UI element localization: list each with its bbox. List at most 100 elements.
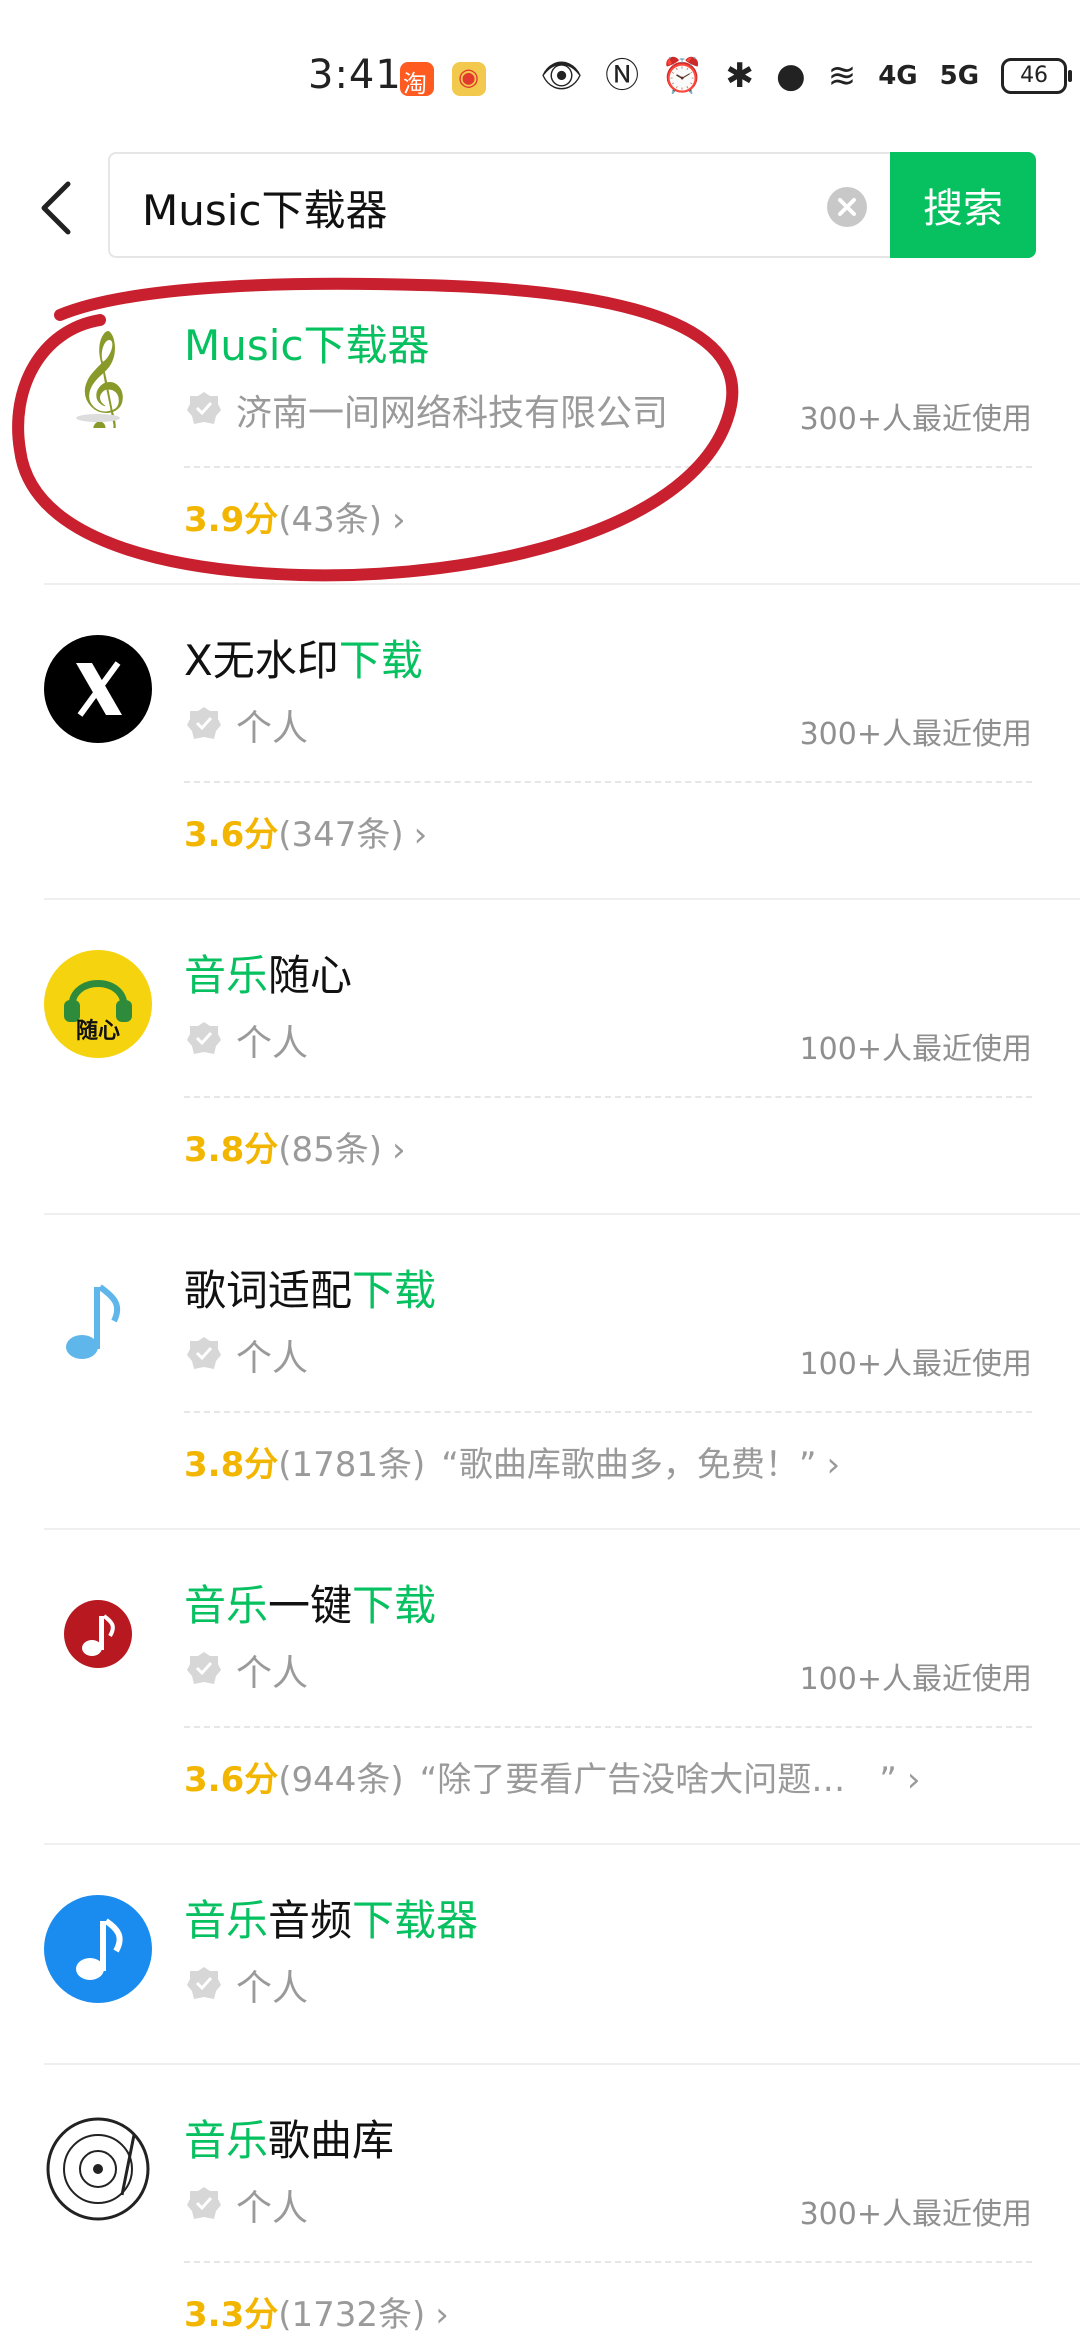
app-name-part: 一键 bbox=[268, 1581, 353, 1630]
row-divider bbox=[44, 2063, 1080, 2065]
dashed-separator bbox=[184, 466, 1032, 468]
rating-score: 3.8分 bbox=[184, 1445, 279, 1485]
back-arrow-icon[interactable] bbox=[36, 178, 76, 238]
row-divider bbox=[44, 1213, 1080, 1215]
usage-count: 100+人最近使用 bbox=[799, 1032, 1032, 1067]
status-icons: 👁 Ⓝ ⏰ ✱ ● ≋ 4G 5G 46 ⚡ bbox=[540, 58, 1080, 94]
signal-5g: 5G bbox=[939, 61, 980, 91]
chevron-right-icon: › bbox=[392, 1130, 406, 1170]
dashed-separator bbox=[184, 1411, 1032, 1413]
row-divider bbox=[44, 583, 1080, 585]
developer-name: 个人 bbox=[236, 1023, 309, 1064]
battery-icon: 46 bbox=[1001, 58, 1073, 94]
wifi-icon: ≋ bbox=[827, 56, 857, 96]
rating-summary[interactable]: 3.3分(1732条) › bbox=[184, 2287, 449, 2336]
developer-name: 个人 bbox=[236, 1338, 309, 1379]
verified-badge-icon bbox=[187, 2187, 221, 2219]
row-divider bbox=[44, 898, 1080, 900]
review-count: (1781条) bbox=[278, 1445, 426, 1485]
chevron-right-icon: › bbox=[392, 500, 406, 540]
app-name-part: 下载 bbox=[338, 636, 423, 685]
usage-count: 300+人最近使用 bbox=[799, 402, 1032, 437]
rating-score: 3.8分 bbox=[184, 1130, 279, 1170]
headphones-icon-text: 随心 bbox=[76, 1018, 120, 1044]
chevron-right-icon: › bbox=[826, 1445, 841, 1485]
search-input[interactable] bbox=[140, 174, 784, 240]
music-note-icon bbox=[44, 1265, 152, 1373]
app-name-part: 音乐 bbox=[184, 1896, 269, 1945]
app-name: X无水印下载 bbox=[184, 627, 423, 688]
location-icon: ● bbox=[776, 56, 806, 96]
app-name: 音乐音频下载器 bbox=[184, 1887, 478, 1948]
app-name: Music下载器 bbox=[184, 312, 430, 373]
row-divider bbox=[44, 1843, 1080, 1845]
app-name-part: 下载 bbox=[352, 1266, 437, 1315]
review-count: (347条) bbox=[278, 815, 404, 855]
app-name-part: 歌词适配 bbox=[184, 1266, 353, 1315]
treble-clef-icon: 𝄞 bbox=[44, 320, 152, 438]
app-name-part: X无水印 bbox=[184, 636, 339, 685]
status-time: 3:41 bbox=[308, 52, 402, 98]
x-logo-icon bbox=[44, 635, 152, 743]
headphones-icon: 随心 bbox=[44, 950, 152, 1058]
nfc-icon: Ⓝ bbox=[605, 56, 640, 96]
alarm-icon: ⏰ bbox=[661, 56, 704, 96]
rating-summary[interactable]: 3.6分(944条) “除了要看广告没啥大问题… ” › bbox=[184, 1752, 921, 1801]
developer-name: 个人 bbox=[236, 1968, 309, 2009]
vinyl-record-icon bbox=[44, 2115, 152, 2223]
verified-badge-icon bbox=[187, 1337, 221, 1369]
dashed-separator bbox=[184, 781, 1032, 783]
rating-score: 3.6分 bbox=[184, 1760, 279, 1800]
row-divider bbox=[44, 1528, 1080, 1530]
rating-summary[interactable]: 3.6分(347条) › bbox=[184, 807, 427, 856]
dashed-separator bbox=[184, 2261, 1032, 2263]
rating-score: 3.9分 bbox=[184, 500, 279, 540]
usage-count: 300+人最近使用 bbox=[799, 717, 1032, 752]
dashed-separator bbox=[184, 1096, 1032, 1098]
search-button[interactable]: 搜索 bbox=[890, 152, 1036, 258]
rating-summary[interactable]: 3.9分(43条) › bbox=[184, 492, 406, 541]
app-name-part: 音频 bbox=[268, 1896, 353, 1945]
review-quote: “除了要看广告没啥大问题… ” bbox=[419, 1760, 897, 1800]
blue-music-note-icon bbox=[44, 1895, 152, 2003]
red-music-note-icon bbox=[44, 1580, 152, 1688]
signal-4g: 4G bbox=[878, 61, 918, 91]
taobao-notification-icon bbox=[400, 62, 434, 99]
app-name: 音乐一键下载 bbox=[184, 1572, 436, 1633]
verified-badge-icon bbox=[187, 707, 221, 739]
verified-badge-icon bbox=[187, 1022, 221, 1054]
review-count: (85条) bbox=[278, 1130, 383, 1170]
developer-name: 济南一间网络科技有限公司 bbox=[236, 393, 669, 434]
app-name-part: 歌曲库 bbox=[268, 2116, 395, 2165]
verified-badge-icon bbox=[187, 1967, 221, 1999]
rating-summary[interactable]: 3.8分(1781条) “歌曲库歌曲多，免费！” › bbox=[184, 1437, 840, 1486]
search-box bbox=[108, 152, 892, 258]
app-name: 歌词适配下载 bbox=[184, 1257, 436, 1318]
rating-score: 3.3分 bbox=[184, 2295, 279, 2335]
app-name: 音乐随心 bbox=[184, 942, 352, 1003]
app-name-part: Music下载器 bbox=[184, 321, 430, 370]
app-name-part: 下载 bbox=[352, 1581, 437, 1630]
developer-name: 个人 bbox=[236, 708, 309, 749]
review-count: (1732条) bbox=[278, 2295, 426, 2335]
eye-icon: 👁 bbox=[540, 56, 584, 96]
review-count: (944条) bbox=[278, 1760, 404, 1800]
rating-summary[interactable]: 3.8分(85条) › bbox=[184, 1122, 406, 1171]
app-name-part: 音乐 bbox=[184, 2116, 269, 2165]
usage-count: 300+人最近使用 bbox=[799, 2197, 1032, 2232]
dashed-separator bbox=[184, 1726, 1032, 1728]
app-name-part: 随心 bbox=[268, 951, 353, 1000]
chevron-right-icon: › bbox=[435, 2295, 449, 2335]
rating-score: 3.6分 bbox=[184, 815, 279, 855]
svg-text:𝄞: 𝄞 bbox=[74, 329, 127, 428]
weibo-notification-icon bbox=[452, 62, 486, 96]
verified-badge-icon bbox=[187, 392, 221, 424]
clear-icon[interactable] bbox=[826, 186, 868, 228]
review-quote: “歌曲库歌曲多，免费！” bbox=[441, 1445, 817, 1485]
usage-count: 100+人最近使用 bbox=[799, 1662, 1032, 1697]
app-name: 音乐歌曲库 bbox=[184, 2107, 394, 2168]
app-name-part: 下载器 bbox=[352, 1896, 479, 1945]
bluetooth-icon: ✱ bbox=[725, 56, 755, 96]
review-count: (43条) bbox=[278, 500, 383, 540]
app-name-part: 音乐 bbox=[184, 951, 269, 1000]
